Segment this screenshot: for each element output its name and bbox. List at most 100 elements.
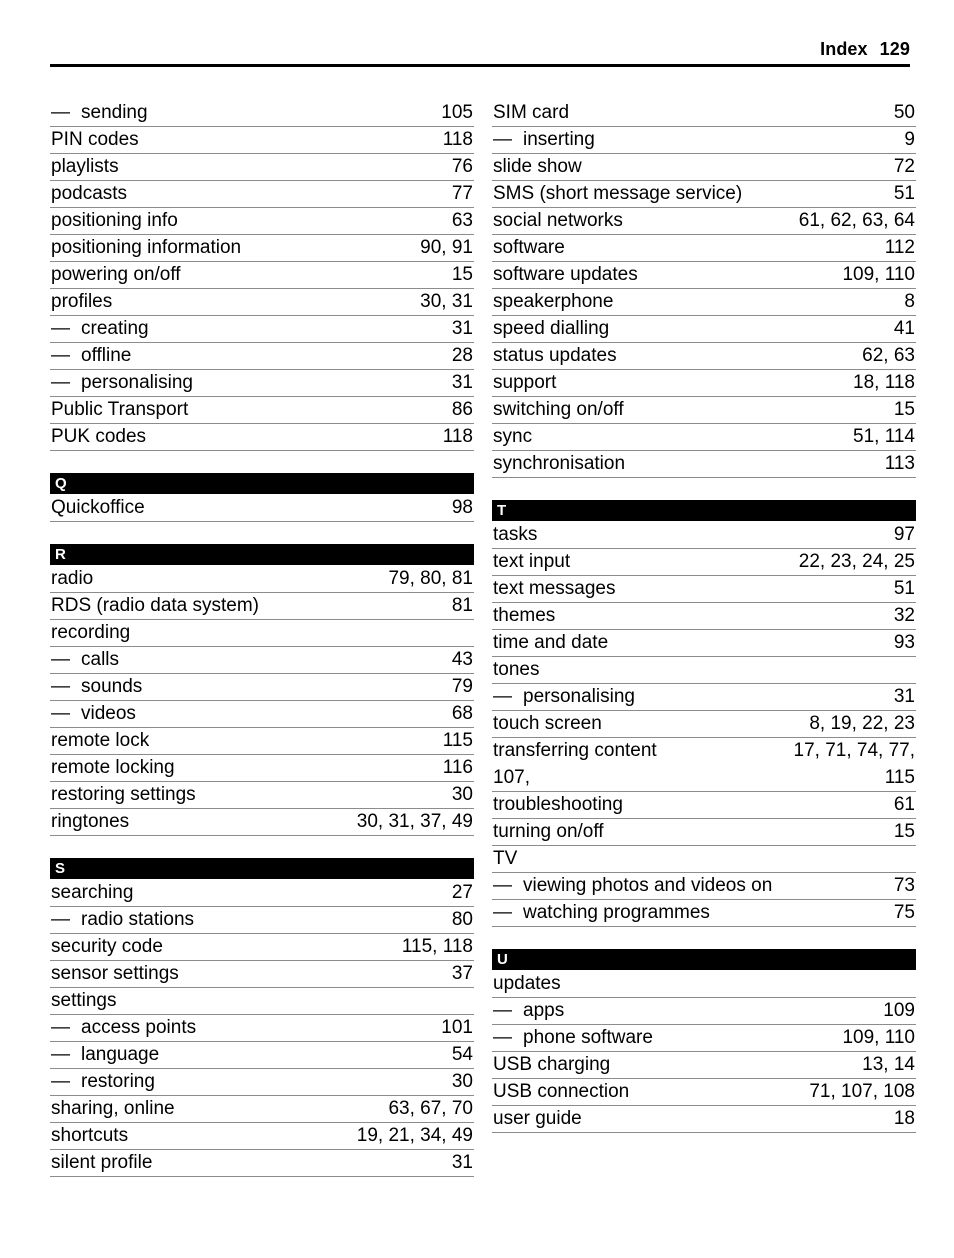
index-entry[interactable]: — viewing photos and videos on 73 — [492, 873, 916, 900]
index-entry[interactable]: PUK codes 118 — [50, 424, 474, 451]
index-entry-pages: 43 — [451, 649, 473, 670]
index-entry[interactable]: speakerphone 8 — [492, 289, 916, 316]
index-entry[interactable]: — personalising 31 — [50, 370, 474, 397]
index-entry[interactable]: PIN codes 118 — [50, 127, 474, 154]
index-entry[interactable]: — restoring 30 — [50, 1069, 474, 1096]
index-entry[interactable]: Quickoffice 98 — [50, 495, 474, 522]
index-entry[interactable]: software 112 — [492, 235, 916, 262]
index-entry-term: switching on/off — [493, 399, 624, 420]
index-entry-pages: 73 — [893, 875, 915, 896]
section-letter-heading: T — [492, 500, 916, 521]
index-entry[interactable]: remote lock 115 — [50, 728, 474, 755]
header-divider — [50, 64, 910, 67]
index-entry[interactable]: radio 79, 80, 81 — [50, 566, 474, 593]
index-entry-pages: 116 — [442, 757, 473, 778]
index-entry[interactable]: — offline 28 — [50, 343, 474, 370]
index-entry[interactable]: text messages 51 — [492, 576, 916, 603]
index-entry-term: user guide — [493, 1108, 582, 1129]
index-entry[interactable]: touch screen 8, 19, 22, 23 — [492, 711, 916, 738]
index-entry-term: — watching programmes — [492, 900, 720, 926]
index-entry[interactable]: sensor settings 37 — [50, 961, 474, 988]
index-entry[interactable]: USB connection 71, 107, 108 — [492, 1079, 916, 1106]
index-entry[interactable]: silent profile 31 — [50, 1150, 474, 1177]
index-entry[interactable]: software updates 109, 110 — [492, 262, 916, 289]
index-entry-term: — radio stations — [50, 907, 204, 933]
index-entry[interactable]: switching on/off 15 — [492, 397, 916, 424]
em-dash-icon: — — [51, 345, 70, 366]
index-entry-term: — inserting — [492, 127, 605, 153]
index-entry[interactable]: social networks 61, 62, 63, 64 — [492, 208, 916, 235]
index-entry-term: — apps — [492, 998, 574, 1024]
index-entry-label: calls — [81, 649, 120, 670]
index-entry[interactable]: SMS (short message service) 51 — [492, 181, 916, 208]
index-entry-term: themes — [493, 605, 556, 626]
index-entry[interactable]: SIM card 50 — [492, 100, 916, 127]
index-entry[interactable]: sharing, online 63, 67, 70 — [50, 1096, 474, 1123]
index-entry[interactable]: sync 51, 114 — [492, 424, 916, 451]
index-entry[interactable]: themes 32 — [492, 603, 916, 630]
index-entry[interactable]: TV — [492, 846, 916, 873]
index-entry[interactable]: user guide 18 — [492, 1106, 916, 1133]
index-entry[interactable]: remote locking 116 — [50, 755, 474, 782]
index-entry[interactable]: — language 54 — [50, 1042, 474, 1069]
index-entry-pages: 28 — [451, 345, 473, 366]
index-entry[interactable]: powering on/off 15 — [50, 262, 474, 289]
index-entry[interactable]: transferring content 17, 71, 74, 77, 107, 1… — [492, 738, 916, 792]
index-entry[interactable]: tones — [492, 657, 916, 684]
index-entry-pages: 22, 23, 24, 25 — [798, 551, 915, 572]
index-entry[interactable]: — watching programmes 75 — [492, 900, 916, 927]
index-entry[interactable]: settings — [50, 988, 474, 1015]
index-entry[interactable]: — calls 43 — [50, 647, 474, 674]
index-entry-pages: 37 — [451, 963, 473, 984]
index-entry[interactable]: positioning info 63 — [50, 208, 474, 235]
index-entry-pages: 30, 31 — [420, 291, 473, 312]
index-entry-pages: 51 — [893, 578, 915, 599]
index-entry[interactable]: status updates 62, 63 — [492, 343, 916, 370]
index-entry[interactable]: updates — [492, 971, 916, 998]
index-entry[interactable]: — apps 109 — [492, 998, 916, 1025]
index-entry[interactable]: recording — [50, 620, 474, 647]
index-entry[interactable]: speed dialling 41 — [492, 316, 916, 343]
right-column: SIM card 50 — inserting 9 slide show 72 SMS (sh… — [492, 100, 916, 1177]
index-entry[interactable]: tasks 97 — [492, 522, 916, 549]
index-entry[interactable]: positioning information 90, 91 — [50, 235, 474, 262]
index-entry-pages: 86 — [451, 399, 473, 420]
index-entry[interactable]: time and date 93 — [492, 630, 916, 657]
index-entry[interactable]: USB charging 13, 14 — [492, 1052, 916, 1079]
index-entry[interactable]: security code 115, 118 — [50, 934, 474, 961]
index-entry[interactable]: Public Transport 86 — [50, 397, 474, 424]
index-entry[interactable]: — access points 101 — [50, 1015, 474, 1042]
index-entry[interactable]: podcasts 77 — [50, 181, 474, 208]
index-entry-pages: 13, 14 — [862, 1054, 915, 1075]
index-entry-pages: 118 — [442, 426, 473, 447]
index-entry[interactable]: — creating 31 — [50, 316, 474, 343]
index-entry[interactable]: profiles 30, 31 — [50, 289, 474, 316]
index-entry[interactable]: — inserting 9 — [492, 127, 916, 154]
index-entry[interactable]: restoring settings 30 — [50, 782, 474, 809]
index-entry[interactable]: — sending 105 — [50, 100, 474, 127]
index-entry-pages: 61, 62, 63, 64 — [798, 210, 915, 231]
em-dash-icon: — — [51, 372, 70, 393]
index-entry[interactable]: playlists 76 — [50, 154, 474, 181]
index-entry[interactable]: text input 22, 23, 24, 25 — [492, 549, 916, 576]
index-entry[interactable]: synchronisation 113 — [492, 451, 916, 478]
index-entry[interactable]: — sounds 79 — [50, 674, 474, 701]
index-entry-term: speakerphone — [493, 291, 614, 312]
index-entry[interactable]: RDS (radio data system) 81 — [50, 593, 474, 620]
index-entry[interactable]: — phone software 109, 110 — [492, 1025, 916, 1052]
index-entry[interactable]: slide show 72 — [492, 154, 916, 181]
index-entry[interactable]: — personalising 31 — [492, 684, 916, 711]
index-entry[interactable]: — videos 68 — [50, 701, 474, 728]
index-entry[interactable]: troubleshooting 61 — [492, 792, 916, 819]
index-entry[interactable]: support 18, 118 — [492, 370, 916, 397]
index-section-continued: SIM card 50 — inserting 9 slide show 72 SMS (sh… — [492, 100, 916, 478]
index-entry-pages: 17, 71, 74, 77, — [793, 740, 916, 761]
index-entry-term: USB charging — [493, 1054, 611, 1075]
index-entry[interactable]: — radio stations 80 — [50, 907, 474, 934]
index-entry[interactable]: shortcuts 19, 21, 34, 49 — [50, 1123, 474, 1150]
index-entry[interactable]: searching 27 — [50, 880, 474, 907]
index-entry[interactable]: turning on/off 15 — [492, 819, 916, 846]
index-entry[interactable]: ringtones 30, 31, 37, 49 — [50, 809, 474, 836]
index-entry-term: PUK codes — [51, 426, 147, 447]
index-entry-pages: 62, 63 — [862, 345, 915, 366]
